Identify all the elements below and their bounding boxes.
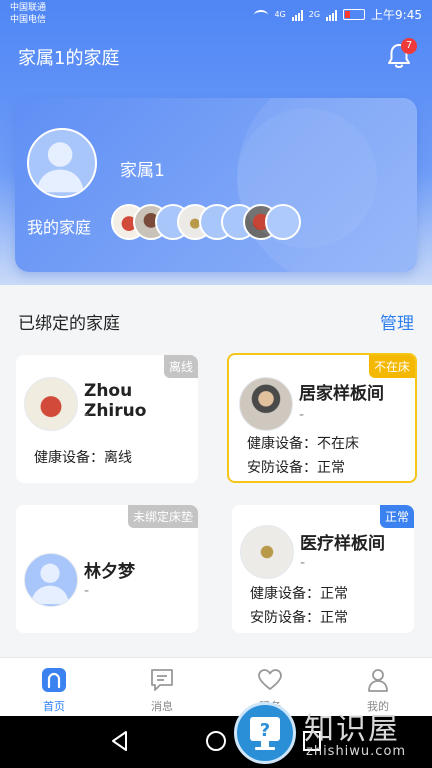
watermark: ? 知识屋 zhishiwu.com	[234, 700, 432, 768]
family-card[interactable]: 不在床 居家样板间 - 健康设备：不在床 安防设备：正常	[227, 353, 417, 483]
heart-icon	[258, 669, 282, 690]
home-icon	[42, 668, 66, 692]
signal-icon	[291, 9, 303, 21]
avatar-placeholder-icon	[36, 142, 84, 193]
avatar	[24, 553, 78, 607]
network-type-1: 4G	[274, 10, 286, 19]
watermark-text: 知识屋	[304, 712, 400, 747]
status-badge: 正常	[379, 505, 414, 528]
home-circle-icon[interactable]	[205, 730, 227, 752]
avatar-placeholder-icon	[30, 563, 70, 605]
profile-card[interactable]: 家属1 我的家庭	[15, 98, 417, 272]
family-subtitle: -	[300, 555, 306, 571]
security-device-status: 安防设备：正常	[247, 460, 345, 476]
my-family-label: 我的家庭	[27, 218, 92, 237]
page-title: 家属1的家庭	[18, 48, 120, 69]
health-device-status: 健康设备：正常	[250, 586, 348, 602]
monitor-question-icon: ?	[250, 717, 280, 750]
family-card[interactable]: 正常 医疗样板间 - 健康设备：正常 安防设备：正常	[232, 505, 414, 633]
family-subtitle: -	[299, 407, 305, 423]
status-bar: 中国联通 中国电信 4G 2G 上午9:45	[0, 0, 432, 30]
battery-icon	[343, 9, 366, 20]
carrier-1: 中国联通	[10, 3, 47, 13]
nav-home[interactable]: 首页	[0, 658, 108, 716]
member-avatar[interactable]	[265, 204, 301, 240]
family-name: 居家样板间	[299, 384, 384, 404]
carrier-info: 中国联通 中国电信	[10, 2, 46, 26]
bound-families-section: 已绑定的家庭 管理 离线 Zhou Zhiruo - 健康设备：离线 不在床 居…	[0, 285, 432, 657]
carrier-2: 中国电信	[10, 15, 47, 25]
status-badge: 未绑定床垫	[127, 505, 198, 528]
family-subtitle: -	[84, 583, 90, 599]
nav-messages[interactable]: 消息	[108, 658, 216, 716]
status-badge: 不在床	[368, 355, 415, 378]
svg-text:?: ?	[260, 720, 270, 741]
section-title: 已绑定的家庭	[18, 314, 120, 334]
notification-button[interactable]: 7	[386, 38, 417, 70]
family-name: 林夕梦	[84, 562, 135, 582]
wifi-icon	[254, 9, 269, 20]
manage-button[interactable]: 管理	[380, 309, 414, 334]
status-icons: 4G 2G 上午9:45	[254, 6, 422, 23]
avatar	[240, 525, 294, 579]
family-card[interactable]: 离线 Zhou Zhiruo - 健康设备：离线	[16, 355, 198, 483]
back-icon[interactable]	[110, 730, 130, 752]
family-name: 医疗样板间	[300, 534, 385, 554]
signal-icon-2	[326, 9, 338, 21]
status-badge: 离线	[163, 355, 198, 378]
family-subtitle: -	[84, 407, 90, 423]
health-device-status: 健康设备：不在床	[247, 436, 359, 452]
nav-messages-label: 消息	[151, 700, 173, 713]
watermark-url: zhishiwu.com	[306, 744, 407, 759]
avatar[interactable]	[27, 128, 97, 198]
health-device-status: 健康设备：离线	[34, 450, 132, 466]
family-card[interactable]: 未绑定床垫 林夕梦 -	[16, 505, 198, 633]
avatar	[24, 377, 78, 431]
member-avatar[interactable]	[243, 204, 279, 240]
security-device-status: 安防设备：正常	[250, 610, 348, 626]
message-icon	[151, 669, 173, 691]
avatar	[239, 377, 293, 431]
user-name: 家属1	[120, 161, 165, 181]
nav-home-label: 首页	[43, 700, 65, 713]
notification-badge: 7	[401, 38, 417, 54]
network-type-2: 2G	[308, 10, 321, 19]
person-icon	[368, 669, 388, 692]
family-name: Zhou Zhiruo	[84, 381, 147, 421]
status-time: 上午9:45	[371, 8, 422, 22]
watermark-logo: ?	[234, 702, 296, 764]
